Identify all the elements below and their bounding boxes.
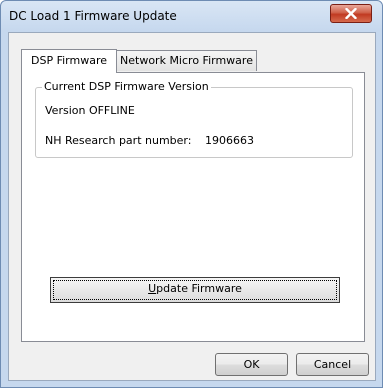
part-number-value: 1906663: [205, 134, 254, 147]
ok-button[interactable]: OK: [215, 353, 288, 376]
dialog-window: DC Load 1 Firmware Update DSP Firmware N…: [0, 0, 383, 388]
close-x-icon: [345, 8, 357, 19]
tab-network-micro-firmware[interactable]: Network Micro Firmware: [116, 50, 257, 71]
group-title: Current DSP Firmware Version: [42, 80, 211, 93]
dialog-client-area: DSP Firmware Network Micro Firmware Curr…: [8, 32, 376, 381]
cancel-button-label: Cancel: [313, 358, 352, 371]
title-bar[interactable]: DC Load 1 Firmware Update: [1, 1, 382, 31]
tab-dsp-firmware-label: DSP Firmware: [31, 54, 107, 67]
update-firmware-button[interactable]: Update Firmware: [50, 277, 340, 303]
focus-rectangle: [53, 280, 337, 300]
part-number-label: NH Research part number:: [45, 134, 192, 147]
firmware-version-group: Current DSP Firmware Version Version OFF…: [35, 80, 353, 158]
tab-dsp-firmware[interactable]: DSP Firmware: [21, 49, 117, 73]
tab-network-micro-firmware-label: Network Micro Firmware: [120, 54, 253, 67]
close-button[interactable]: [330, 4, 372, 23]
ok-button-label: OK: [243, 358, 260, 371]
dsp-firmware-panel: Current DSP Firmware Version Version OFF…: [21, 72, 365, 342]
cancel-button[interactable]: Cancel: [296, 353, 369, 376]
window-title: DC Load 1 Firmware Update: [9, 9, 177, 23]
version-text: Version OFFLINE: [45, 104, 135, 117]
